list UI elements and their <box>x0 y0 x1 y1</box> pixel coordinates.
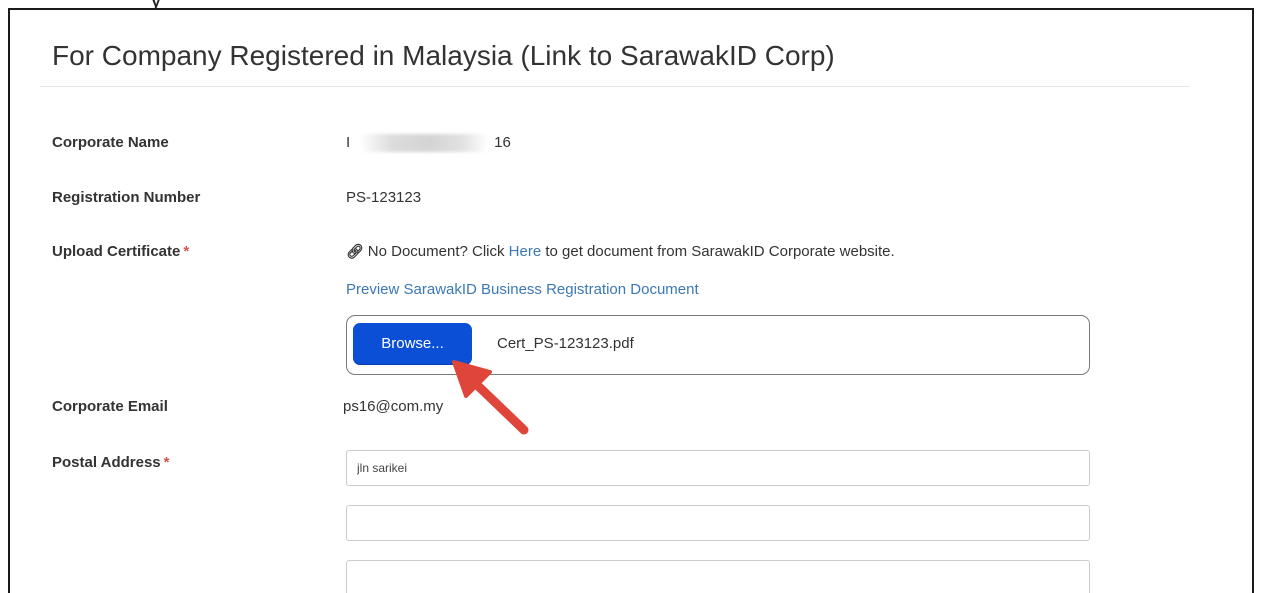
corporate-name-prefix: I <box>346 134 351 151</box>
postal-address-line2-input[interactable] <box>346 505 1090 541</box>
registration-number-value: PS-123123 <box>346 189 422 206</box>
upload-certificate-label-text: Upload Certificate <box>52 243 181 260</box>
link-icon: 🔗︎ <box>346 243 364 259</box>
corporate-name-value: I 16 <box>346 134 511 153</box>
help-prefix: No Document? Click <box>367 243 505 260</box>
here-link[interactable]: Here <box>509 243 542 260</box>
preview-document-link[interactable]: Preview SarawakID Business Registration … <box>346 281 699 298</box>
registration-number-label: Registration Number <box>52 189 201 206</box>
postal-address-label: Postal Address * <box>52 454 170 471</box>
title-divider <box>40 86 1190 87</box>
required-asterisk: * <box>163 454 170 471</box>
redacted-blur <box>360 134 489 153</box>
help-suffix: to get document from SarawakID Corporate… <box>545 243 895 260</box>
upload-certificate-label: Upload Certificate * <box>52 243 189 260</box>
postal-address-line3-input[interactable] <box>346 560 1090 593</box>
corporate-name-suffix: 16 <box>494 134 511 151</box>
no-document-help: 🔗︎ No Document? Click Here to get documen… <box>346 243 895 260</box>
corporate-email-value: ps16@com.my <box>343 398 444 415</box>
corporate-email-label: Corporate Email <box>52 398 168 415</box>
postal-address-label-text: Postal Address <box>52 454 161 471</box>
required-asterisk: * <box>183 243 190 260</box>
postal-address-line1-input[interactable] <box>346 450 1090 486</box>
section-title: For Company Registered in Malaysia (Link… <box>52 40 835 71</box>
corporate-name-label: Corporate Name <box>52 134 169 151</box>
red-arrow-icon <box>452 360 529 435</box>
page: y For Company Registered in Malaysia (Li… <box>0 0 1264 593</box>
selected-file-name: Cert_PS-123123.pdf <box>497 335 634 352</box>
